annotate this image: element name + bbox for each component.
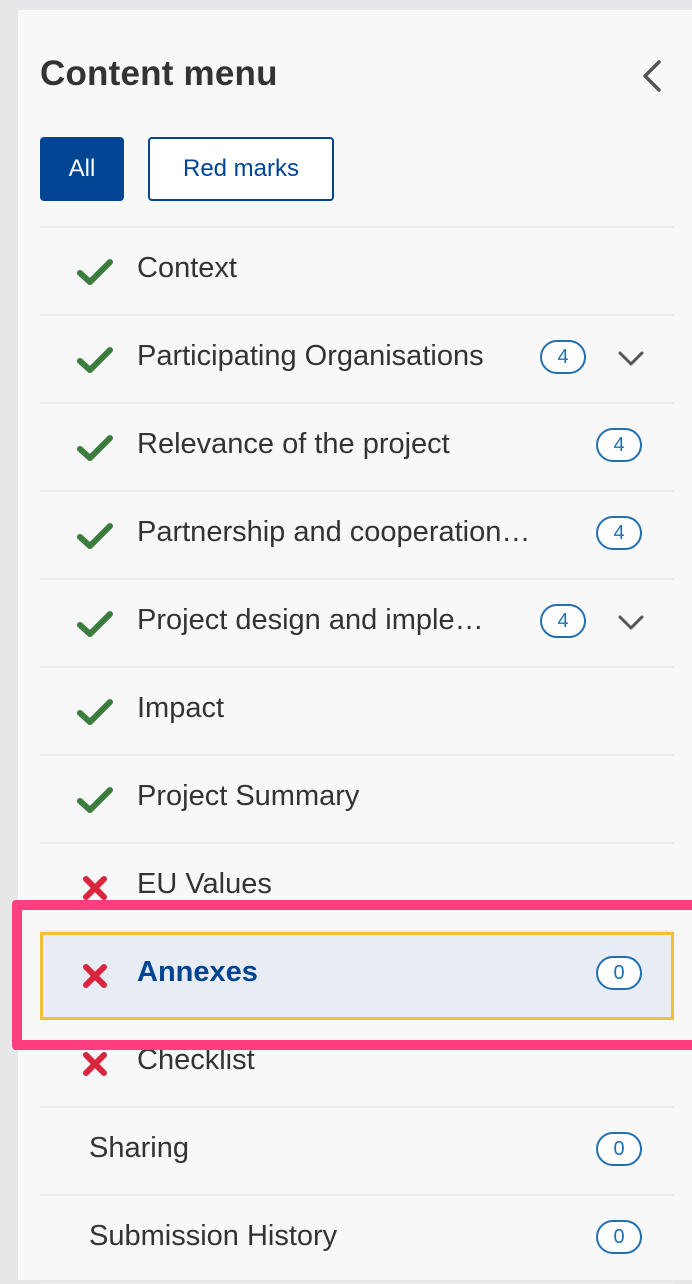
content-menu-panel: Content menu All Red marks Context Partic… <box>18 10 692 1284</box>
count-badge: 4 <box>596 516 642 550</box>
count-badge: 0 <box>596 1132 642 1166</box>
menu-item-label: Annexes <box>137 956 258 988</box>
checkmark-icon <box>76 343 114 377</box>
menu-item[interactable]: Participating Organisations 4 <box>40 316 674 404</box>
menu-item-label: Project design and imple… <box>137 604 484 636</box>
filter-all-button[interactable]: All <box>40 137 124 201</box>
cross-icon <box>76 1047 114 1081</box>
menu-item[interactable]: Sharing 0 <box>40 1108 674 1196</box>
menu-item[interactable]: Submission History 0 <box>40 1196 674 1284</box>
content-menu-header: Content menu <box>40 48 670 108</box>
checkmark-icon <box>76 255 114 289</box>
count-badge: 4 <box>596 428 642 462</box>
cross-icon <box>76 871 114 905</box>
checkmark-icon <box>76 431 114 465</box>
cross-icon <box>76 959 114 993</box>
menu-item[interactable]: Impact <box>40 668 674 756</box>
menu-item-label: Relevance of the project <box>137 428 450 460</box>
menu-item-label: Context <box>137 252 237 284</box>
count-badge: 0 <box>596 1220 642 1254</box>
menu-item[interactable]: Relevance of the project 4 <box>40 404 674 492</box>
menu-item-label: Submission History <box>89 1220 338 1252</box>
menu-item[interactable]: Context <box>40 228 674 316</box>
menu-item-label: EU Values <box>137 868 272 900</box>
count-badge: 4 <box>540 604 586 638</box>
content-menu-title: Content menu <box>40 54 278 93</box>
menu-item-label: Project Summary <box>137 780 360 812</box>
menu-item[interactable]: EU Values <box>40 844 674 932</box>
menu-item-label: Checklist <box>137 1044 255 1076</box>
menu-item-label: Partnership and cooperation… <box>137 516 531 548</box>
checkmark-icon <box>76 695 114 729</box>
menu-item[interactable]: Annexes 0 <box>40 932 674 1020</box>
checkmark-icon <box>76 783 114 817</box>
chevron-left-icon <box>643 60 661 92</box>
count-badge: 4 <box>540 340 586 374</box>
checkmark-icon <box>76 607 114 641</box>
menu-item-label: Participating Organisations <box>137 340 484 372</box>
menu-item-label: Impact <box>137 692 225 724</box>
menu-item[interactable]: Checklist <box>40 1020 674 1108</box>
count-badge: 0 <box>596 956 642 990</box>
chevron-down-icon[interactable] <box>616 344 646 374</box>
menu-item[interactable]: Partnership and cooperation… 4 <box>40 492 674 580</box>
checkmark-icon <box>76 519 114 553</box>
content-menu-list: Context Participating Organisations 4 Relev… <box>40 226 674 1284</box>
menu-item[interactable]: Project design and imple… 4 <box>40 580 674 668</box>
menu-item-label: Sharing <box>89 1132 189 1164</box>
filter-red-marks-button[interactable]: Red marks <box>148 137 334 201</box>
filter-group: All Red marks <box>40 137 334 201</box>
collapse-menu-button[interactable] <box>634 56 670 96</box>
chevron-down-icon[interactable] <box>616 608 646 638</box>
menu-item[interactable]: Project Summary <box>40 756 674 844</box>
